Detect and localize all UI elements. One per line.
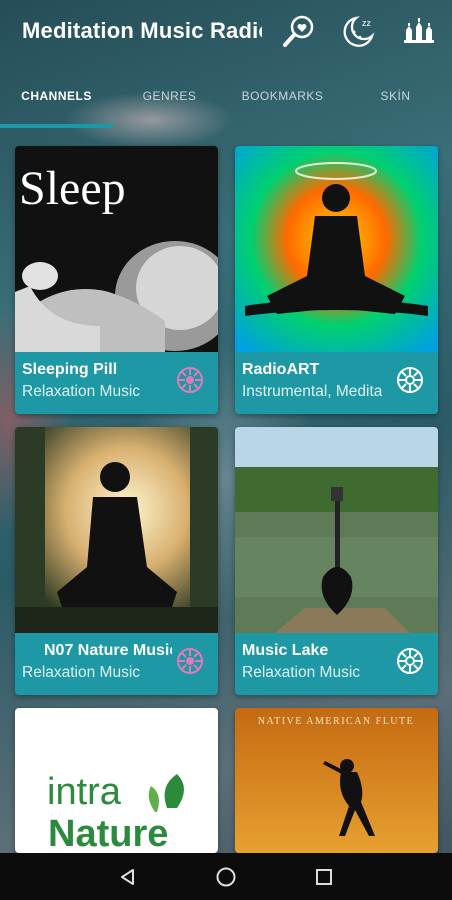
- back-icon[interactable]: [115, 864, 141, 890]
- channel-name: Sleeping Pill: [22, 361, 118, 378]
- channel-name: RadioART: [242, 361, 320, 378]
- channel-card[interactable]: intra Nature: [15, 708, 218, 853]
- channel-name: Music Lake: [242, 642, 329, 659]
- channel-cover-image: intra Nature: [15, 708, 218, 853]
- sleep-moon-icon[interactable]: zz: [338, 10, 380, 52]
- channel-name: N07 Nature Music: [44, 642, 172, 659]
- channel-genre: Instrumental, Meditation: [242, 383, 382, 400]
- lotus-badge-icon[interactable]: [396, 647, 424, 675]
- tab-channels[interactable]: CHANNELS: [0, 82, 113, 112]
- tab-indicator: [0, 124, 113, 128]
- channel-card[interactable]: Music Lake Relaxation Music: [235, 427, 438, 695]
- channel-cover-image: [235, 146, 438, 352]
- cover-text: Nature: [48, 813, 168, 853]
- channel-info: RadioART Instrumental, Meditation: [235, 352, 438, 414]
- lotus-badge-icon[interactable]: [176, 647, 204, 675]
- channel-info: N07 Nature Music Relaxation Music: [15, 633, 218, 695]
- app-bar: Meditation Music Radio zz: [0, 0, 452, 62]
- channel-genre: Relaxation Music: [242, 664, 361, 681]
- tab-bar: CHANNELS GENRES BOOKMARKS SKİN: [0, 82, 452, 112]
- app-title: Meditation Music Radio: [22, 18, 262, 43]
- home-icon[interactable]: [213, 864, 239, 890]
- svg-text:zz: zz: [362, 18, 372, 28]
- channel-cover-image: NATIVE AMERICAN FLUTE: [235, 708, 438, 853]
- channel-card[interactable]: RadioART Instrumental, Meditation: [235, 146, 438, 414]
- lotus-badge-icon[interactable]: [396, 366, 424, 394]
- channel-info: Sleeping Pill Relaxation Music: [15, 352, 218, 414]
- recents-icon[interactable]: [311, 864, 337, 890]
- app-actions: zz: [278, 10, 440, 52]
- channel-cover-image: Sleep: [15, 146, 218, 352]
- tab-bookmarks[interactable]: BOOKMARKS: [226, 82, 339, 112]
- castle-icon[interactable]: [398, 10, 440, 52]
- cover-text: intra: [47, 771, 122, 813]
- cover-text: Sleep: [19, 162, 126, 215]
- channel-genre: Relaxation Music: [22, 664, 141, 681]
- search-heart-icon[interactable]: [278, 10, 320, 52]
- cover-text: NATIVE AMERICAN FLUTE: [258, 716, 415, 727]
- channel-cover-image: [15, 427, 218, 633]
- channel-cover-image: [235, 427, 438, 633]
- tab-genres[interactable]: GENRES: [113, 82, 226, 112]
- channel-card[interactable]: N07 Nature Music Relaxation Music: [15, 427, 218, 695]
- system-nav-bar: [0, 853, 452, 900]
- channel-card[interactable]: Sleep Sleeping Pill Relaxation Music: [15, 146, 218, 414]
- channel-genre: Relaxation Music: [22, 383, 141, 400]
- tab-skin[interactable]: SKİN: [339, 82, 452, 112]
- channel-info: Music Lake Relaxation Music: [235, 633, 438, 695]
- lotus-badge-icon[interactable]: [176, 366, 204, 394]
- channel-card[interactable]: NATIVE AMERICAN FLUTE: [235, 708, 438, 853]
